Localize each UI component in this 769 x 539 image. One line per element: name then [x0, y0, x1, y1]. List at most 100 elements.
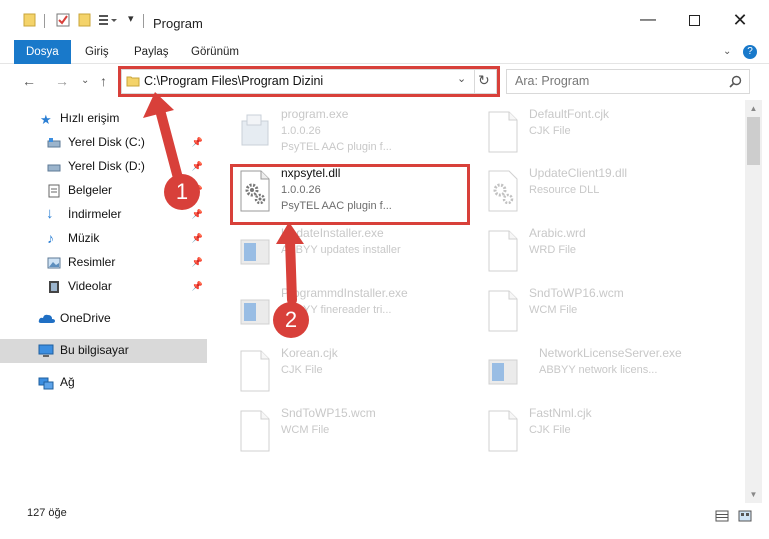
- file-name: DefaultFont.cjk: [529, 107, 610, 121]
- search-icon[interactable]: [729, 75, 742, 88]
- file-name: UpdateClient19.dll: [529, 166, 628, 180]
- sidebar-item-label: Yerel Disk (D:): [68, 159, 145, 173]
- scroll-thumb[interactable]: [747, 117, 760, 165]
- pin-icon[interactable]: 📌: [192, 233, 203, 244]
- star-icon: ★: [40, 112, 52, 127]
- file-item[interactable]: ProgrammdInstaller.exe ABBYY finereader …: [233, 284, 473, 340]
- expand-ribbon-icon[interactable]: ⌄: [723, 40, 731, 64]
- properties-icon[interactable]: [56, 13, 70, 27]
- customize-toolbar-icon[interactable]: [98, 13, 118, 27]
- file-item[interactable]: SndToWP15.wcm WCM File: [233, 404, 473, 460]
- status-bar: [0, 503, 769, 527]
- scroll-down-icon[interactable]: ▼: [745, 486, 762, 503]
- file-item[interactable]: Arabic.wrd WRD File: [481, 224, 721, 280]
- tab-file[interactable]: Dosya: [14, 40, 71, 64]
- file-type: CJK File: [281, 364, 323, 376]
- sidebar-item-videos[interactable]: Videolar 📌: [0, 275, 207, 299]
- file-type: WCM File: [281, 424, 330, 436]
- address-bar-highlight: [118, 66, 500, 97]
- file-name: UpdateInstaller.exe: [281, 226, 384, 240]
- installer-icon: [240, 299, 270, 325]
- maximize-button[interactable]: [671, 0, 717, 40]
- sidebar-item-label: Yerel Disk (C:): [68, 135, 145, 149]
- details-view-icon[interactable]: [715, 510, 729, 522]
- navigation-pane: ★ Hızlı erişim Yerel Disk (C:) 📌 Yerel D…: [0, 100, 208, 503]
- window-title: Program: [153, 16, 203, 31]
- installer-icon: [488, 359, 518, 385]
- recent-locations-icon[interactable]: ⌄: [81, 75, 89, 86]
- file-version: 1.0.0.26: [281, 125, 321, 137]
- sidebar-item-label: Belgeler: [68, 183, 113, 197]
- large-icons-view-icon[interactable]: [738, 510, 752, 522]
- back-arrow-icon[interactable]: ←: [22, 73, 36, 89]
- new-folder-icon[interactable]: [78, 13, 92, 27]
- sidebar-item-quick-access[interactable]: ★ Hızlı erişim: [0, 107, 207, 131]
- file-name: ProgrammdInstaller.exe: [281, 286, 408, 300]
- dll-gear-icon: [488, 170, 518, 212]
- file-type: CJK File: [529, 125, 571, 137]
- file-item[interactable]: FastNml.cjk CJK File: [481, 404, 721, 460]
- sidebar-item-pictures[interactable]: Resimler 📌: [0, 251, 207, 275]
- file-name: SndToWP16.wcm: [529, 286, 624, 300]
- sidebar-item-label: Müzik: [68, 231, 100, 245]
- file-item[interactable]: UpdateClient19.dll Resource DLL: [481, 164, 721, 220]
- step-badge-1: 1: [164, 174, 200, 210]
- item-count: 127 öğe: [27, 507, 67, 519]
- close-button[interactable]: ✕: [717, 0, 763, 40]
- sidebar-item-this-pc[interactable]: Bu bilgisayar: [0, 339, 207, 363]
- file-item[interactable]: Korean.cjk CJK File: [233, 344, 473, 400]
- help-icon[interactable]: ?: [743, 45, 757, 59]
- pin-icon[interactable]: 📌: [192, 257, 203, 268]
- folder-icon: [23, 13, 36, 27]
- title-bar: ▾ Program — ✕: [0, 0, 769, 40]
- pin-icon[interactable]: 📌: [192, 137, 203, 148]
- file-item[interactable]: SndToWP16.wcm WCM File: [481, 284, 721, 340]
- pin-icon[interactable]: 📌: [192, 281, 203, 292]
- search-placeholder: Ara: Program: [515, 74, 590, 88]
- file-description: PsyTEL AAC plugin f...: [281, 141, 392, 153]
- sidebar-item-label: OneDrive: [60, 311, 111, 325]
- file-item[interactable]: program.exe 1.0.0.26 PsyTEL AAC plugin f…: [233, 105, 473, 161]
- videos-icon: [49, 281, 59, 293]
- up-arrow-icon[interactable]: ↑: [100, 73, 107, 89]
- tab-home[interactable]: Giriş: [85, 40, 109, 64]
- exe-icon: [241, 114, 269, 146]
- file-name: SndToWP15.wcm: [281, 406, 376, 420]
- file-name: FastNml.cjk: [529, 406, 592, 420]
- blank-file-icon: [488, 290, 518, 332]
- forward-arrow-icon[interactable]: →: [55, 73, 69, 89]
- tab-share[interactable]: Paylaş: [134, 40, 169, 64]
- installer-icon: [240, 239, 270, 265]
- file-item[interactable]: UpdateInstaller.exe ABBYY updates instal…: [233, 224, 473, 280]
- file-item[interactable]: NetworkLicenseServer.exe ABBYY network l…: [481, 344, 743, 400]
- sidebar-item-onedrive[interactable]: OneDrive: [0, 307, 207, 331]
- sidebar-item-network[interactable]: Ağ: [0, 371, 207, 395]
- scroll-up-icon[interactable]: ▲: [745, 100, 762, 117]
- file-highlight: [230, 164, 470, 225]
- sidebar-item-label: Ağ: [60, 375, 75, 389]
- file-type: WCM File: [529, 304, 578, 316]
- file-item[interactable]: DefaultFont.cjk CJK File: [481, 105, 721, 161]
- cloud-icon: [38, 314, 55, 323]
- pin-icon[interactable]: 📌: [192, 209, 203, 220]
- tab-view[interactable]: Görünüm: [191, 40, 239, 64]
- file-name: program.exe: [281, 107, 349, 121]
- file-name: Korean.cjk: [281, 346, 338, 360]
- file-description: ABBYY updates installer: [281, 244, 401, 256]
- blank-file-icon: [240, 410, 270, 452]
- pin-icon[interactable]: 📌: [192, 161, 203, 172]
- step-badge-2: 2: [273, 302, 309, 338]
- drive-icon: [47, 138, 61, 148]
- minimize-button[interactable]: —: [625, 0, 671, 40]
- blank-file-icon: [488, 111, 518, 153]
- blank-file-icon: [240, 350, 270, 392]
- dropdown-icon[interactable]: ▾: [128, 12, 142, 26]
- file-name: NetworkLicenseServer.exe: [539, 346, 682, 360]
- sidebar-item-music[interactable]: ♪ Müzik 📌: [0, 227, 207, 251]
- pictures-icon: [47, 257, 61, 269]
- vertical-scrollbar[interactable]: ▲ ▼: [745, 100, 762, 503]
- drive-icon: [47, 164, 61, 172]
- ribbon: Dosya Giriş Paylaş Görünüm ⌄ ?: [0, 40, 769, 64]
- sidebar-item-label: İndirmeler: [68, 207, 122, 221]
- sidebar-item-disk-c[interactable]: Yerel Disk (C:) 📌: [0, 131, 207, 155]
